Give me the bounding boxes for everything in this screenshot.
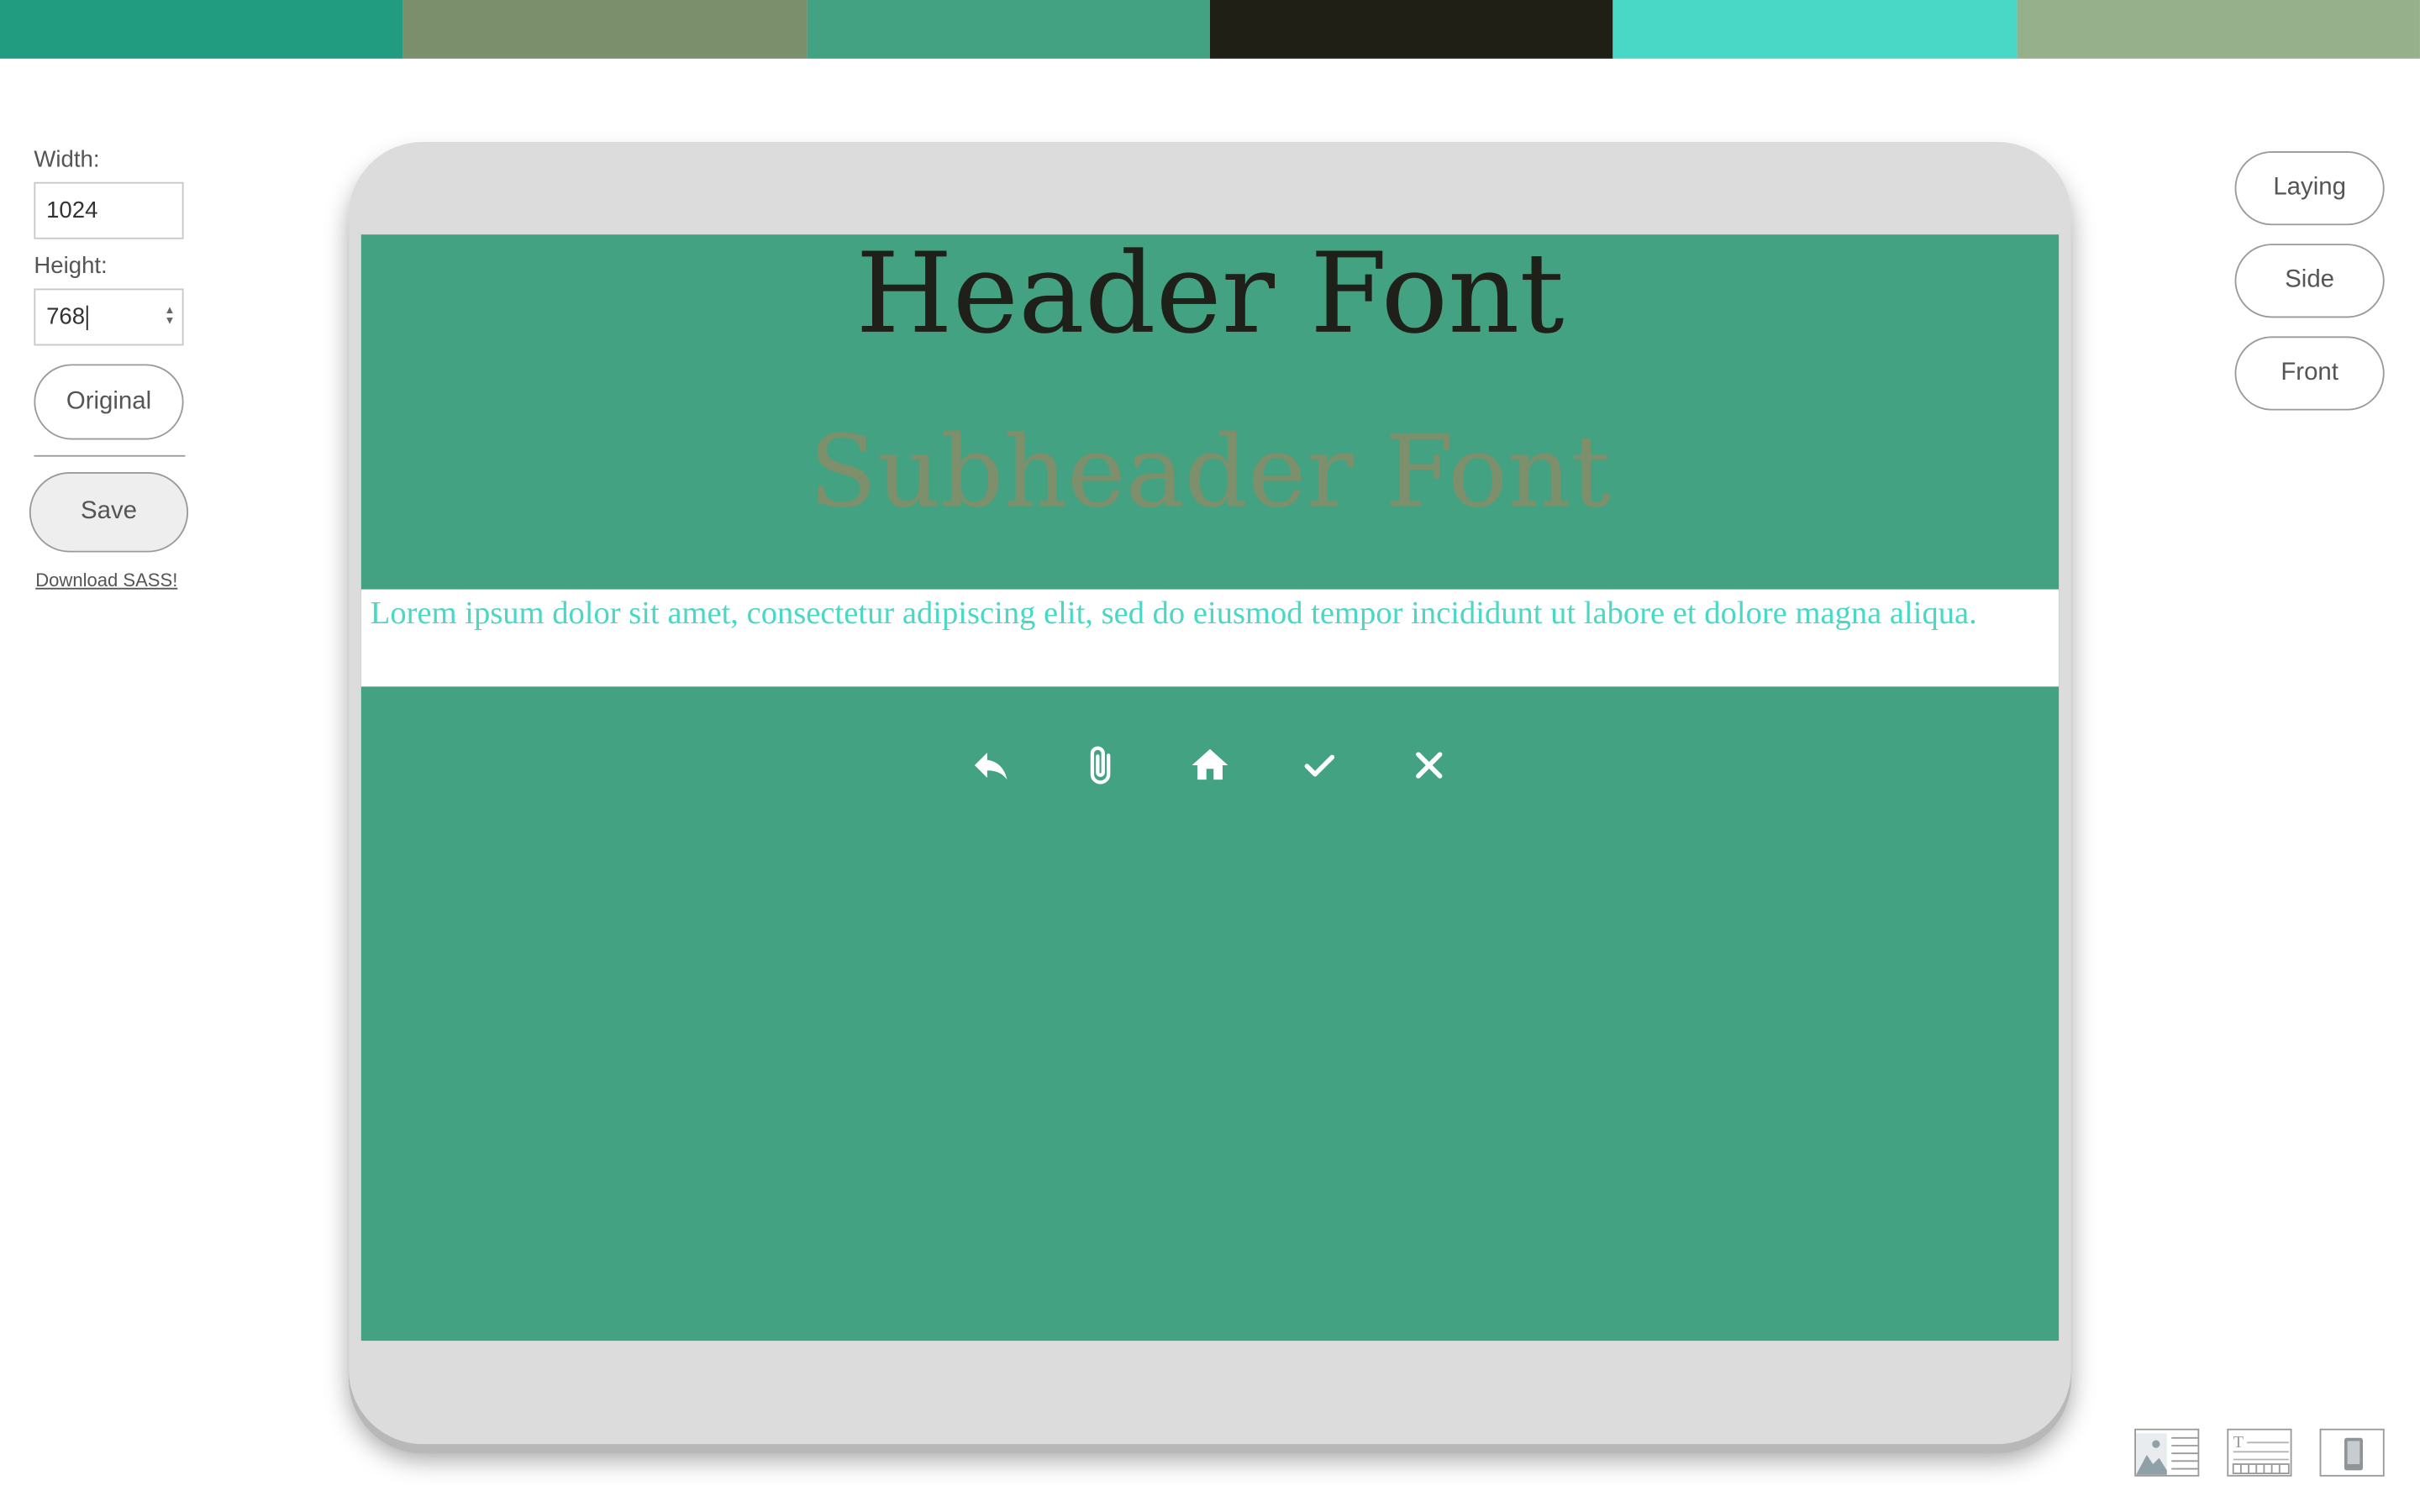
original-button[interactable]: Original	[34, 364, 184, 440]
svg-text:T: T	[2233, 1433, 2244, 1452]
paperclip-icon[interactable]	[1079, 743, 1122, 786]
device-screen: Header Font Subheader Font Lorem ipsum d…	[360, 234, 2060, 1341]
height-value: 768	[46, 303, 86, 331]
height-label: Height:	[34, 253, 108, 280]
height-input[interactable]: 768 ▲ ▼	[34, 288, 184, 346]
image-text-layout-icon[interactable]	[2134, 1428, 2200, 1477]
number-spinner-icon[interactable]: ▲ ▼	[164, 306, 176, 328]
side-view-button[interactable]: Side	[2234, 244, 2385, 318]
width-value: 1024	[46, 197, 98, 224]
header-font-sample: Header Font	[855, 234, 1565, 359]
download-sass-link[interactable]: Download SASS!	[35, 570, 177, 591]
front-view-button[interactable]: Front	[2234, 336, 2385, 411]
save-button[interactable]: Save	[29, 472, 189, 553]
palette-swatch-6[interactable]	[2016, 0, 2420, 59]
close-icon[interactable]	[1407, 743, 1450, 786]
width-label: Width:	[34, 146, 100, 173]
controls-divider	[34, 454, 186, 457]
home-icon[interactable]	[1188, 743, 1231, 786]
palette-swatch-1[interactable]	[0, 0, 403, 59]
app-root: Width: 1024 Height: 768 ▲ ▼ Original Save…	[0, 0, 2420, 1512]
palette-swatch-2[interactable]	[402, 0, 807, 59]
reply-icon[interactable]	[969, 743, 1012, 786]
device-frame: Header Font Subheader Font Lorem ipsum d…	[349, 141, 2071, 1445]
subheader-font-sample: Subheader Font	[808, 416, 1611, 531]
phone-layout-icon[interactable]	[2319, 1428, 2385, 1477]
sample-icon-row	[361, 743, 2059, 790]
width-input[interactable]: 1024	[34, 181, 184, 239]
laying-view-button[interactable]: Laying	[2234, 150, 2385, 226]
text-grid-layout-icon[interactable]: T	[2227, 1428, 2292, 1477]
palette-swatch-4[interactable]	[1209, 0, 1613, 59]
check-icon[interactable]	[1298, 743, 1341, 786]
palette-swatch-3[interactable]	[806, 0, 1210, 59]
palette-swatch-5[interactable]	[1612, 0, 2017, 59]
body-font-sample: Lorem ipsum dolor sit amet, consectetur …	[360, 589, 2060, 687]
color-palette	[0, 0, 2420, 59]
text-caret	[86, 305, 88, 331]
